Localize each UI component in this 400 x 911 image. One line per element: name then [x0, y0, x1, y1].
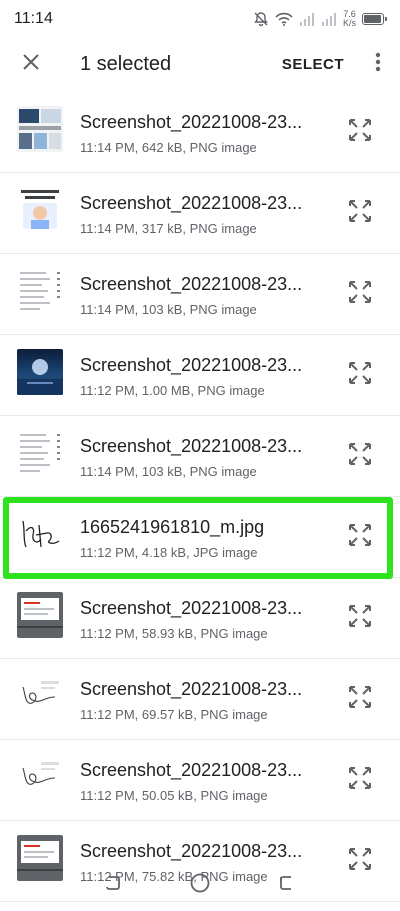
file-list: Screenshot_20221008-23... 11:14 PM, 642 k…: [0, 92, 400, 902]
file-meta: 11:14 PM, 103 kB, PNG image: [80, 464, 257, 479]
more-vert-icon: [375, 52, 381, 77]
file-text: Screenshot_20221008-23... 11:14 PM, 103 k…: [80, 436, 330, 479]
file-text: Screenshot_20221008-23... 11:12 PM, 50.05…: [80, 760, 330, 803]
file-meta: 11:12 PM, 50.05 kB, PNG image: [80, 788, 268, 803]
close-icon: [21, 52, 41, 77]
file-list-item[interactable]: Screenshot_20221008-23... 11:12 PM, 50.05…: [0, 740, 400, 821]
night-sky-thumb: [17, 349, 63, 395]
expand-icon: [347, 198, 373, 229]
expand-button[interactable]: [346, 523, 374, 551]
file-meta: 11:12 PM, 69.57 kB, PNG image: [80, 707, 268, 722]
select-button[interactable]: SELECT: [270, 38, 356, 90]
background-thumb: [17, 187, 63, 233]
file-name: Screenshot_20221008-23...: [80, 355, 303, 375]
file-name: Screenshot_20221008-23...: [80, 193, 303, 213]
expand-icon: [347, 360, 373, 391]
recent-apps-icon: [103, 873, 123, 898]
expand-icon: [347, 117, 373, 148]
file-text: Screenshot_20221008-23... 11:12 PM, 58.93…: [80, 598, 330, 641]
file-meta: 11:12 PM, 58.93 kB, PNG image: [80, 626, 268, 641]
home-icon: [189, 872, 211, 899]
file-text: Screenshot_20221008-23... 11:14 PM, 103 k…: [80, 274, 330, 317]
network-speed: 7.6 K/s: [343, 10, 356, 28]
expand-button[interactable]: [346, 280, 374, 308]
expand-icon: [347, 522, 373, 553]
close-button[interactable]: [0, 38, 62, 90]
file-name: Screenshot_20221008-23...: [80, 760, 303, 780]
page-title: 1 selected: [80, 52, 172, 75]
status-bar: 11:14 7.6 K/s: [0, 0, 400, 38]
app-bar: 1 selected SELECT: [0, 38, 400, 90]
expand-button[interactable]: [346, 685, 374, 713]
file-text: Screenshot_20221008-23... 11:14 PM, 642 k…: [80, 112, 330, 155]
signal-icon-2: [321, 12, 337, 26]
expand-button[interactable]: [346, 604, 374, 632]
signature-screenshot-thumb: [17, 673, 63, 719]
file-meta: 11:14 PM, 317 kB, PNG image: [80, 221, 257, 236]
list-thumb: [17, 430, 63, 476]
status-time: 11:14: [14, 10, 53, 27]
signature-screenshot-thumb: [17, 754, 63, 800]
file-meta: 11:12 PM, 4.18 kB, JPG image: [80, 545, 258, 560]
dialog-thumb: [17, 592, 63, 638]
expand-button[interactable]: [346, 361, 374, 389]
file-name: Screenshot_20221008-23...: [80, 112, 303, 132]
battery-level: [364, 15, 381, 23]
file-list-item[interactable]: Screenshot_20221008-23... 11:14 PM, 103 k…: [0, 416, 400, 497]
expand-icon: [347, 603, 373, 634]
file-list-item[interactable]: Screenshot_20221008-23... 11:12 PM, 1.00 …: [0, 335, 400, 416]
navigation-bar: [0, 859, 400, 911]
file-name: Screenshot_20221008-23...: [80, 679, 303, 699]
file-text: Screenshot_20221008-23... 11:12 PM, 1.00 …: [80, 355, 330, 398]
file-list-item[interactable]: Screenshot_20221008-23... 11:12 PM, 69.57…: [0, 659, 400, 740]
file-name: Screenshot_20221008-23...: [80, 598, 303, 618]
back-button[interactable]: [267, 865, 307, 905]
file-meta: 11:14 PM, 103 kB, PNG image: [80, 302, 257, 317]
file-list-item[interactable]: Screenshot_20221008-23... 11:14 PM, 642 k…: [0, 92, 400, 173]
signal-icon-1: [299, 12, 315, 26]
status-icons: 7.6 K/s: [253, 10, 387, 28]
signature-thumb: [17, 511, 63, 557]
expand-button[interactable]: [346, 199, 374, 227]
file-list-item[interactable]: Screenshot_20221008-23... 11:12 PM, 58.93…: [0, 578, 400, 659]
file-list-item[interactable]: Screenshot_20221008-23... 11:14 PM, 103 k…: [0, 254, 400, 335]
file-list-item[interactable]: 1665241961810_m.jpg 11:12 PM, 4.18 kB, JP…: [0, 497, 400, 578]
expand-icon: [347, 441, 373, 472]
wifi-icon: [275, 12, 293, 26]
expand-icon: [347, 765, 373, 796]
back-icon: [277, 873, 297, 898]
home-button[interactable]: [180, 865, 220, 905]
file-name: Screenshot_20221008-23...: [80, 274, 303, 294]
file-text: Screenshot_20221008-23... 11:14 PM, 317 k…: [80, 193, 330, 236]
file-text: 1665241961810_m.jpg 11:12 PM, 4.18 kB, JP…: [80, 517, 330, 560]
expand-button[interactable]: [346, 766, 374, 794]
expand-button[interactable]: [346, 442, 374, 470]
network-speed-unit: K/s: [342, 18, 356, 28]
battery-icon: [362, 13, 387, 25]
expand-icon: [347, 279, 373, 310]
file-list-item[interactable]: Screenshot_20221008-23... 11:14 PM, 317 k…: [0, 173, 400, 254]
notifications-off-icon: [253, 11, 269, 27]
file-name: 1665241961810_m.jpg: [80, 517, 265, 537]
expand-icon: [347, 684, 373, 715]
file-name: Screenshot_20221008-23...: [80, 436, 303, 456]
more-options-button[interactable]: [356, 38, 400, 90]
screenshot-thumb: [17, 106, 63, 152]
list-thumb: [17, 268, 63, 314]
file-meta: 11:14 PM, 642 kB, PNG image: [80, 140, 257, 155]
file-meta: 11:12 PM, 1.00 MB, PNG image: [80, 383, 265, 398]
recent-apps-button[interactable]: [93, 865, 133, 905]
expand-button[interactable]: [346, 118, 374, 146]
file-text: Screenshot_20221008-23... 11:12 PM, 69.57…: [80, 679, 330, 722]
